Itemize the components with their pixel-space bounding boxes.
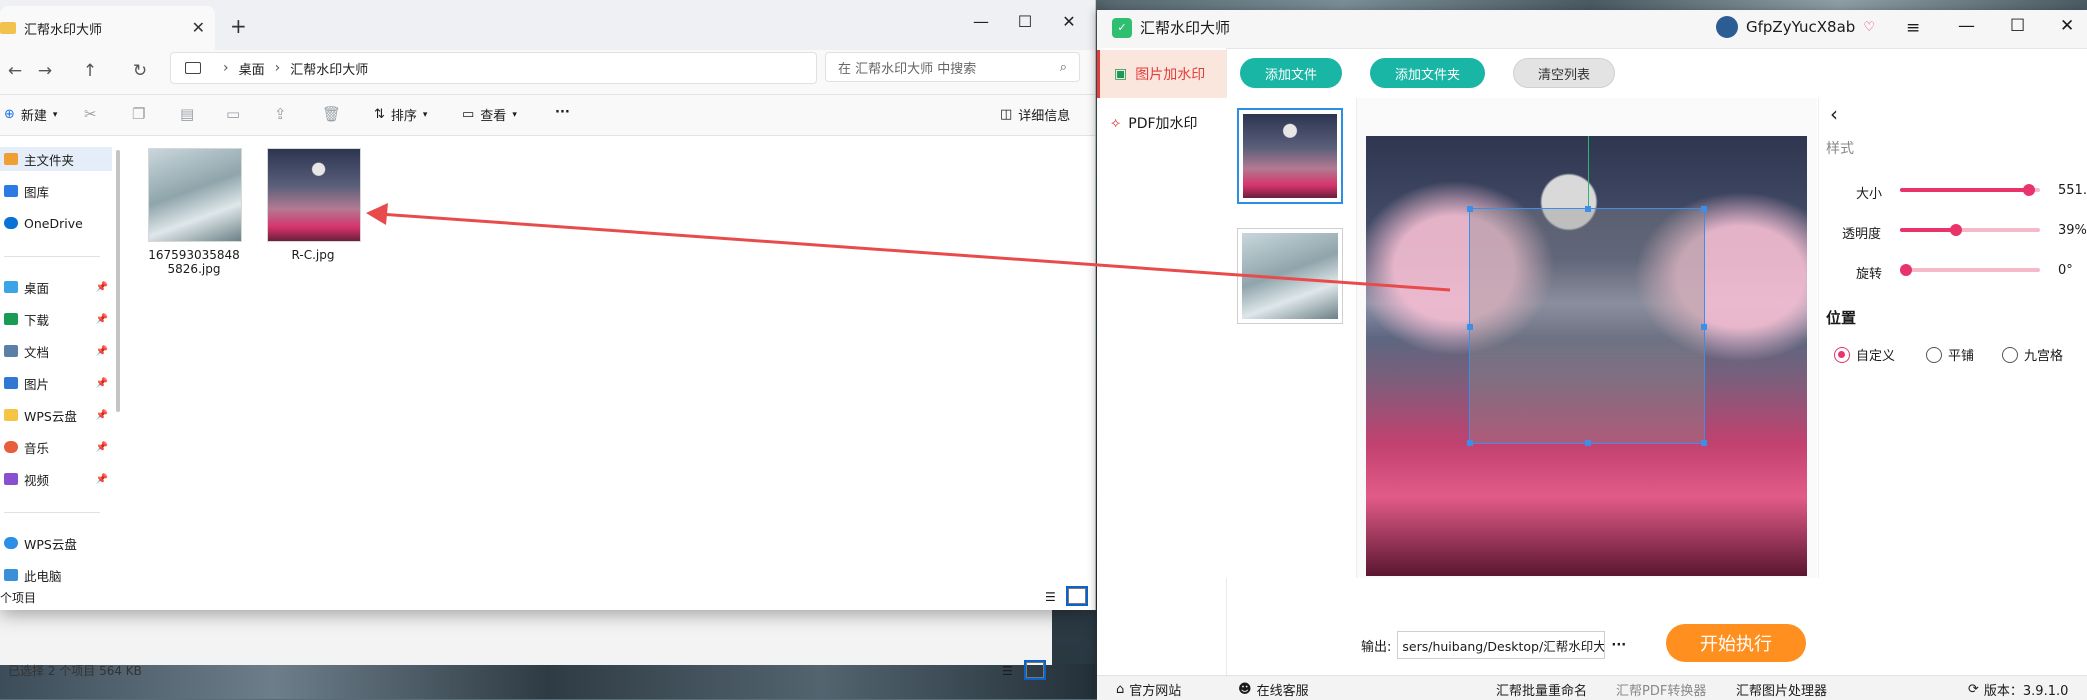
- drag-annotation-arrow: [366, 203, 1451, 292]
- arrow-head: [366, 203, 388, 225]
- arrow-line: [379, 212, 1451, 292]
